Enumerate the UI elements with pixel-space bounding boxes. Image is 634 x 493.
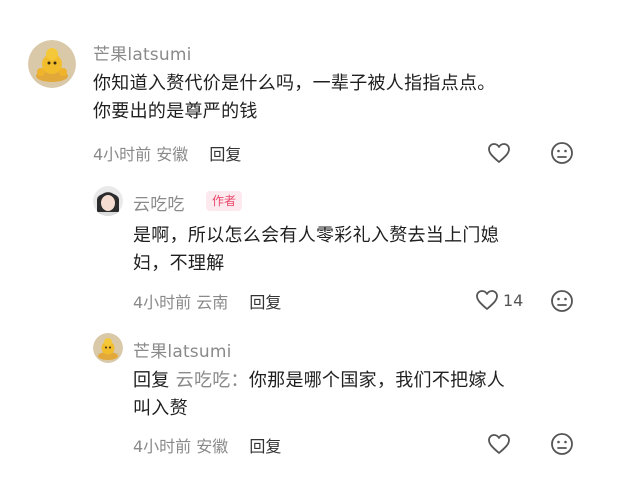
- comment-location: 安徽: [196, 437, 229, 456]
- reply-target-username[interactable]: 云吃吃：: [176, 370, 249, 391]
- dislike-button[interactable]: [550, 289, 574, 313]
- reply-button[interactable]: 回复: [249, 293, 281, 312]
- comment-text-rest: 你那是哪个国家，我们不把嫁人: [248, 370, 506, 391]
- heart-icon: [488, 143, 510, 163]
- heart-icon: [488, 434, 510, 454]
- like-count: 14: [503, 290, 524, 310]
- comment-text-line: 你要出的是尊严的钱: [93, 101, 258, 122]
- frown-face-icon: [551, 290, 573, 312]
- dislike-button[interactable]: [550, 141, 574, 165]
- comment-text: 回复 云吃吃：你那是哪个国家，我们不把嫁人 叫入赘: [133, 367, 613, 423]
- comment-username[interactable]: 芒果latsumi: [133, 337, 232, 362]
- comment-text-line: 回复 云吃吃：你那是哪个国家，我们不把嫁人: [133, 367, 613, 395]
- comment-location: 安徽: [156, 145, 189, 164]
- comment-username[interactable]: 芒果latsumi: [93, 40, 192, 65]
- avatar[interactable]: [93, 333, 123, 363]
- reply-button[interactable]: 回复: [209, 145, 241, 164]
- comment-text-line: 妇，不理解: [133, 253, 225, 274]
- comment-username[interactable]: 云吃吃: [133, 190, 185, 215]
- comment-text-line: 是啊，所以怎么会有人零彩礼入赘去当上门媳: [133, 225, 499, 246]
- reply-button[interactable]: 回复: [249, 437, 281, 456]
- reply-prefix: 回复: [133, 370, 170, 391]
- comment-location: 云南: [196, 293, 229, 312]
- comment-text-line: 你知道入赘代价是什么吗，一辈子被人指指点点。: [93, 73, 496, 94]
- frown-face-icon: [551, 433, 573, 455]
- comment-time: 4小时前: [133, 293, 192, 312]
- dislike-button[interactable]: [550, 432, 574, 456]
- like-button[interactable]: [487, 142, 511, 164]
- comment-meta: 4小时前 安徽 回复: [133, 433, 281, 457]
- comment-meta: 4小时前 云南 回复: [133, 289, 281, 313]
- frown-face-icon: [551, 142, 573, 164]
- heart-icon: [476, 290, 498, 310]
- comment-text: 是啊，所以怎么会有人零彩礼入赘去当上门媳 妇，不理解: [133, 222, 613, 278]
- avatar[interactable]: [28, 40, 76, 88]
- comment-text: 你知道入赘代价是什么吗，一辈子被人指指点点。 你要出的是尊严的钱: [93, 70, 613, 126]
- like-button[interactable]: [487, 433, 511, 455]
- author-badge: 作者: [206, 191, 243, 211]
- like-button[interactable]: 14: [475, 289, 523, 311]
- avatar[interactable]: [93, 186, 123, 216]
- comment-time: 4小时前: [93, 145, 152, 164]
- comment-meta: 4小时前 安徽 回复: [93, 141, 241, 165]
- comment-text-line: 叫入赘: [133, 398, 188, 419]
- comment-time: 4小时前: [133, 437, 192, 456]
